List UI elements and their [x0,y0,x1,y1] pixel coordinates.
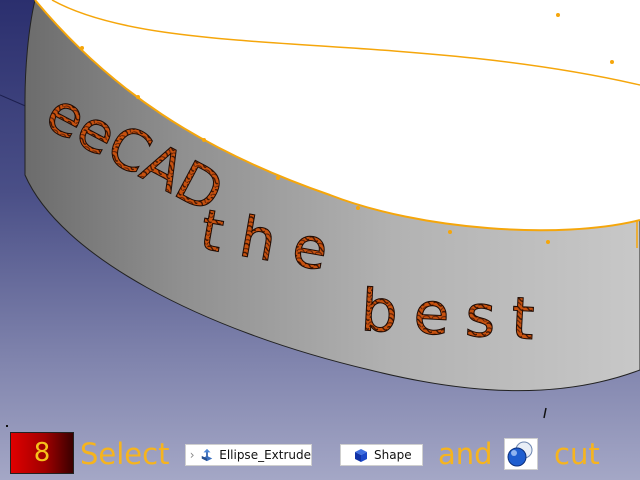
boolean-cut-button[interactable] [504,438,538,470]
axis-tick [543,407,547,419]
engraved-word-3: best [359,276,552,354]
step-number: 8 [33,438,51,468]
boolean-cut-icon [507,441,533,467]
tree-item-shape[interactable]: Shape [340,444,423,466]
3d-viewport[interactable]: eeCAD the best [0,0,640,480]
chevron-right-icon: › [189,448,195,462]
shape-cube-icon [355,449,367,462]
tree-item-label: Shape [374,448,412,462]
cut-label: cut [554,437,600,471]
and-label: and [438,437,493,471]
tree-item-ellipse-extrude[interactable]: › Ellipse_Extrude [185,444,312,466]
select-label: Select [80,437,170,471]
extrude-icon [201,448,213,462]
tree-item-label: Ellipse_Extrude [219,448,311,462]
step-number-badge: 8 [10,432,74,474]
